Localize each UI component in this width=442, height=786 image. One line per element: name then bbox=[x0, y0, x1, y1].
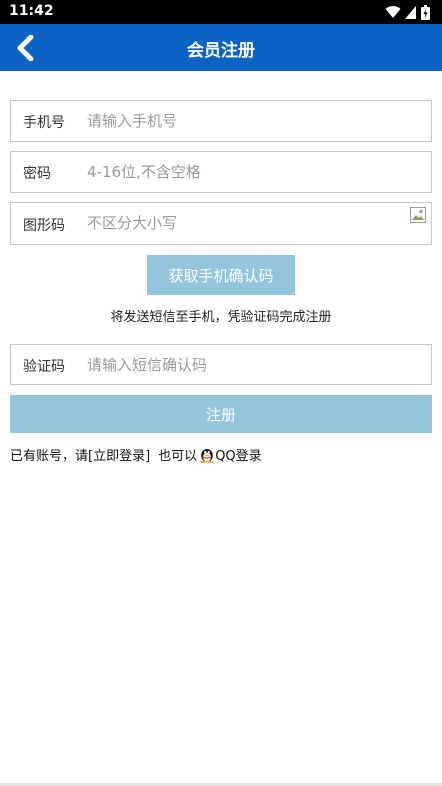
status-bar: 11:42 bbox=[0, 0, 442, 24]
get-sms-code-button[interactable]: 获取手机确认码 bbox=[147, 255, 295, 295]
captcha-label: 图形码 bbox=[23, 218, 65, 234]
sms-code-field: 验证码 bbox=[10, 344, 432, 385]
wifi-icon bbox=[385, 6, 401, 19]
battery-icon bbox=[421, 4, 430, 20]
sms-code-label: 验证码 bbox=[23, 359, 65, 375]
phone-input[interactable] bbox=[87, 102, 397, 140]
page-title: 会员注册 bbox=[187, 41, 255, 61]
password-field: 密码 bbox=[10, 151, 432, 193]
login-link[interactable]: [立即登录] bbox=[88, 445, 150, 464]
or-text: 也可以 bbox=[158, 449, 198, 464]
phone-label: 手机号 bbox=[23, 115, 65, 131]
register-button[interactable]: 注册 bbox=[10, 395, 432, 433]
qq-login-link[interactable]: QQ登录 bbox=[199, 445, 262, 464]
qq-login-label: QQ登录 bbox=[215, 449, 262, 464]
login-prompt: 已有账号，请 [立即登录] 也可以 QQ登录 bbox=[10, 445, 262, 464]
qq-penguin-icon bbox=[200, 449, 214, 463]
captcha-input[interactable] bbox=[87, 204, 397, 242]
sms-hint-text: 将发送短信至手机，凭验证码完成注册 bbox=[110, 310, 332, 325]
status-icons bbox=[385, 4, 430, 20]
password-label: 密码 bbox=[23, 166, 51, 182]
login-prompt-prefix: 已有账号，请 bbox=[10, 449, 89, 464]
header-bar: 会员注册 bbox=[0, 24, 442, 71]
status-time: 11:42 bbox=[9, 3, 54, 19]
cellular-signal-icon bbox=[405, 5, 416, 19]
captcha-field: 图形码 bbox=[10, 202, 432, 245]
sms-code-input[interactable] bbox=[87, 346, 397, 384]
phone-field: 手机号 bbox=[10, 100, 432, 142]
password-input[interactable] bbox=[87, 153, 397, 191]
broken-image-icon[interactable] bbox=[409, 206, 427, 224]
